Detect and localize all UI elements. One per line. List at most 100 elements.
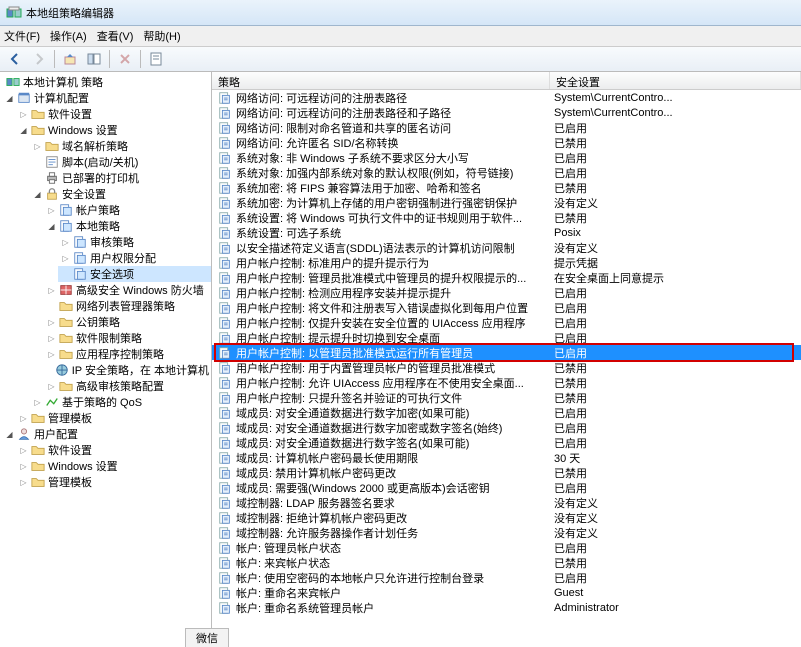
policy-row[interactable]: 用户帐户控制: 提示提升时切换到安全桌面已启用 [212, 330, 801, 345]
policy-row[interactable]: 网络访问: 可远程访问的注册表路径System\CurrentContro... [212, 90, 801, 105]
expand-toggle[interactable] [46, 381, 57, 392]
list-pane[interactable]: 策略 安全设置 网络访问: 可远程访问的注册表路径System\CurrentC… [212, 72, 801, 629]
menu-file[interactable]: 文件(F) [4, 28, 40, 44]
policy-row[interactable]: 系统对象: 非 Windows 子系统不要求区分大小写已启用 [212, 150, 801, 165]
tree-item[interactable]: 软件设置 [16, 106, 211, 122]
expand-toggle[interactable] [46, 317, 57, 328]
tree-item[interactable]: Windows 设置 [16, 122, 211, 138]
policy-row[interactable]: 域控制器: 允许服务器操作者计划任务没有定义 [212, 525, 801, 540]
column-policy[interactable]: 策略 [212, 72, 550, 89]
policy-row[interactable]: 域成员: 对安全通道数据进行数字加密或数字签名(始终)已启用 [212, 420, 801, 435]
tree-item[interactable]: 审核策略 [58, 234, 211, 250]
policy-row[interactable]: 用户帐户控制: 标准用户的提升提示行为提示凭据 [212, 255, 801, 270]
policy-row[interactable]: 帐户: 来宾帐户状态已禁用 [212, 555, 801, 570]
policy-row[interactable]: 用户帐户控制: 将文件和注册表写入错误虚拟化到每用户位置已启用 [212, 300, 801, 315]
expand-toggle[interactable] [60, 237, 71, 248]
taskbar-tab[interactable]: 微信 [185, 628, 229, 647]
properties-button[interactable] [145, 49, 167, 69]
policy-row[interactable]: 系统设置: 将 Windows 可执行文件中的证书规则用于软件...已禁用 [212, 210, 801, 225]
expand-toggle[interactable] [18, 445, 29, 456]
menu-help[interactable]: 帮助(H) [143, 28, 180, 44]
tree-item[interactable]: 用户配置 [2, 426, 211, 442]
expand-toggle[interactable] [4, 429, 15, 440]
policy-row[interactable]: 帐户: 重命名系统管理员帐户Administrator [212, 600, 801, 615]
tree-item[interactable]: IP 安全策略，在 本地计算机 [44, 362, 211, 378]
policy-row[interactable]: 域成员: 对安全通道数据进行数字加密(如果可能)已启用 [212, 405, 801, 420]
expand-toggle[interactable] [32, 189, 43, 200]
up-button[interactable] [59, 49, 81, 69]
policy-row[interactable]: 用户帐户控制: 只提升签名并验证的可执行文件已禁用 [212, 390, 801, 405]
policy-row[interactable]: 域成员: 禁用计算机帐户密码更改已禁用 [212, 465, 801, 480]
tree-item[interactable]: 安全选项 [58, 266, 211, 282]
list-body[interactable]: 网络访问: 可远程访问的注册表路径System\CurrentContro...… [212, 90, 801, 615]
policy-row[interactable]: 域控制器: LDAP 服务器签名要求没有定义 [212, 495, 801, 510]
tree-item[interactable]: 基于策略的 QoS [30, 394, 211, 410]
expand-toggle[interactable] [32, 397, 43, 408]
policy-row[interactable]: 域控制器: 拒绝计算机帐户密码更改没有定义 [212, 510, 801, 525]
tree-item[interactable]: 安全设置 [30, 186, 211, 202]
expand-toggle[interactable] [60, 253, 71, 264]
tree-item[interactable]: 域名解析策略 [30, 138, 211, 154]
expand-toggle[interactable] [18, 125, 29, 136]
tree-item[interactable]: 管理模板 [16, 410, 211, 426]
tree-item[interactable]: 软件限制策略 [44, 330, 211, 346]
policy-row[interactable]: 系统设置: 可选子系统Posix [212, 225, 801, 240]
policy-row[interactable]: 域成员: 计算机帐户密码最长使用期限30 天 [212, 450, 801, 465]
expand-toggle[interactable] [18, 413, 29, 424]
expand-toggle[interactable] [18, 109, 29, 120]
tree-item[interactable]: 管理模板 [16, 474, 211, 490]
title-bar: 本地组策略编辑器 [0, 0, 801, 26]
delete-button[interactable] [114, 49, 136, 69]
policy-row[interactable]: 用户帐户控制: 用于内置管理员帐户的管理员批准模式已禁用 [212, 360, 801, 375]
expand-toggle[interactable] [46, 285, 57, 296]
policy-row[interactable]: 用户帐户控制: 允许 UIAccess 应用程序在不使用安全桌面...已禁用 [212, 375, 801, 390]
menu-action[interactable]: 操作(A) [50, 28, 87, 44]
policy-row[interactable]: 帐户: 使用空密码的本地帐户只允许进行控制台登录已启用 [212, 570, 801, 585]
expand-toggle[interactable] [46, 333, 57, 344]
tree-root-label[interactable]: 本地计算机 策略 [0, 74, 211, 90]
show-hide-tree-button[interactable] [83, 49, 105, 69]
column-security[interactable]: 安全设置 [550, 72, 801, 89]
tree-item[interactable]: 计算机配置 [2, 90, 211, 106]
tree-item[interactable]: 用户权限分配 [58, 250, 211, 266]
policy-row[interactable]: 以安全描述符定义语言(SDDL)语法表示的计算机访问限制没有定义 [212, 240, 801, 255]
policy-row[interactable]: 用户帐户控制: 以管理员批准模式运行所有管理员已启用 [212, 345, 801, 360]
expand-toggle[interactable] [18, 477, 29, 488]
policy-row[interactable]: 用户帐户控制: 管理员批准模式中管理员的提升权限提示的...在安全桌面上同意提示 [212, 270, 801, 285]
tree-item[interactable]: 帐户策略 [44, 202, 211, 218]
menu-view[interactable]: 查看(V) [97, 28, 134, 44]
policy-row[interactable]: 域成员: 需要强(Windows 2000 或更高版本)会话密钥已启用 [212, 480, 801, 495]
policy-row[interactable]: 系统对象: 加强内部系统对象的默认权限(例如，符号链接)已启用 [212, 165, 801, 180]
tree-item[interactable]: 本地策略 [44, 218, 211, 234]
policy-row[interactable]: 用户帐户控制: 检测应用程序安装并提示提升已启用 [212, 285, 801, 300]
policy-row[interactable]: 域成员: 对安全通道数据进行数字签名(如果可能)已启用 [212, 435, 801, 450]
tree-item[interactable]: 软件设置 [16, 442, 211, 458]
expand-toggle[interactable] [18, 461, 29, 472]
expand-toggle[interactable] [32, 141, 43, 152]
tree-item[interactable]: 网络列表管理器策略 [44, 298, 211, 314]
back-button[interactable] [4, 49, 26, 69]
tree-item[interactable]: 应用程序控制策略 [44, 346, 211, 362]
expand-toggle[interactable] [46, 221, 57, 232]
policy-row[interactable]: 系统加密: 为计算机上存储的用户密钥强制进行强密钥保护没有定义 [212, 195, 801, 210]
policy-row[interactable]: 帐户: 重命名来宾帐户Guest [212, 585, 801, 600]
forward-button[interactable] [28, 49, 50, 69]
expand-toggle[interactable] [46, 349, 57, 360]
policy-row[interactable]: 网络访问: 限制对命名管道和共享的匿名访问已启用 [212, 120, 801, 135]
tree-item[interactable]: 已部署的打印机 [30, 170, 211, 186]
tree-pane[interactable]: 本地计算机 策略 计算机配置软件设置Windows 设置域名解析策略脚本(启动/… [0, 72, 212, 629]
policy-row[interactable]: 帐户: 管理员帐户状态已启用 [212, 540, 801, 555]
tree-item[interactable]: 脚本(启动/关机) [30, 154, 211, 170]
policy-row[interactable]: 用户帐户控制: 仅提升安装在安全位置的 UIAccess 应用程序已启用 [212, 315, 801, 330]
tree-item[interactable]: Windows 设置 [16, 458, 211, 474]
policy-row[interactable]: 网络访问: 可远程访问的注册表路径和子路径System\CurrentContr… [212, 105, 801, 120]
policy-row[interactable]: 系统加密: 将 FIPS 兼容算法用于加密、哈希和签名已禁用 [212, 180, 801, 195]
nav-tree[interactable]: 计算机配置软件设置Windows 设置域名解析策略脚本(启动/关机)已部署的打印… [0, 90, 211, 490]
tree-item[interactable]: 高级审核策略配置 [44, 378, 211, 394]
policy-icon [218, 406, 232, 420]
policy-row[interactable]: 网络访问: 允许匿名 SID/名称转换已禁用 [212, 135, 801, 150]
tree-item[interactable]: 高级安全 Windows 防火墙 [44, 282, 211, 298]
tree-item[interactable]: 公钥策略 [44, 314, 211, 330]
expand-toggle[interactable] [46, 205, 57, 216]
expand-toggle[interactable] [4, 93, 15, 104]
